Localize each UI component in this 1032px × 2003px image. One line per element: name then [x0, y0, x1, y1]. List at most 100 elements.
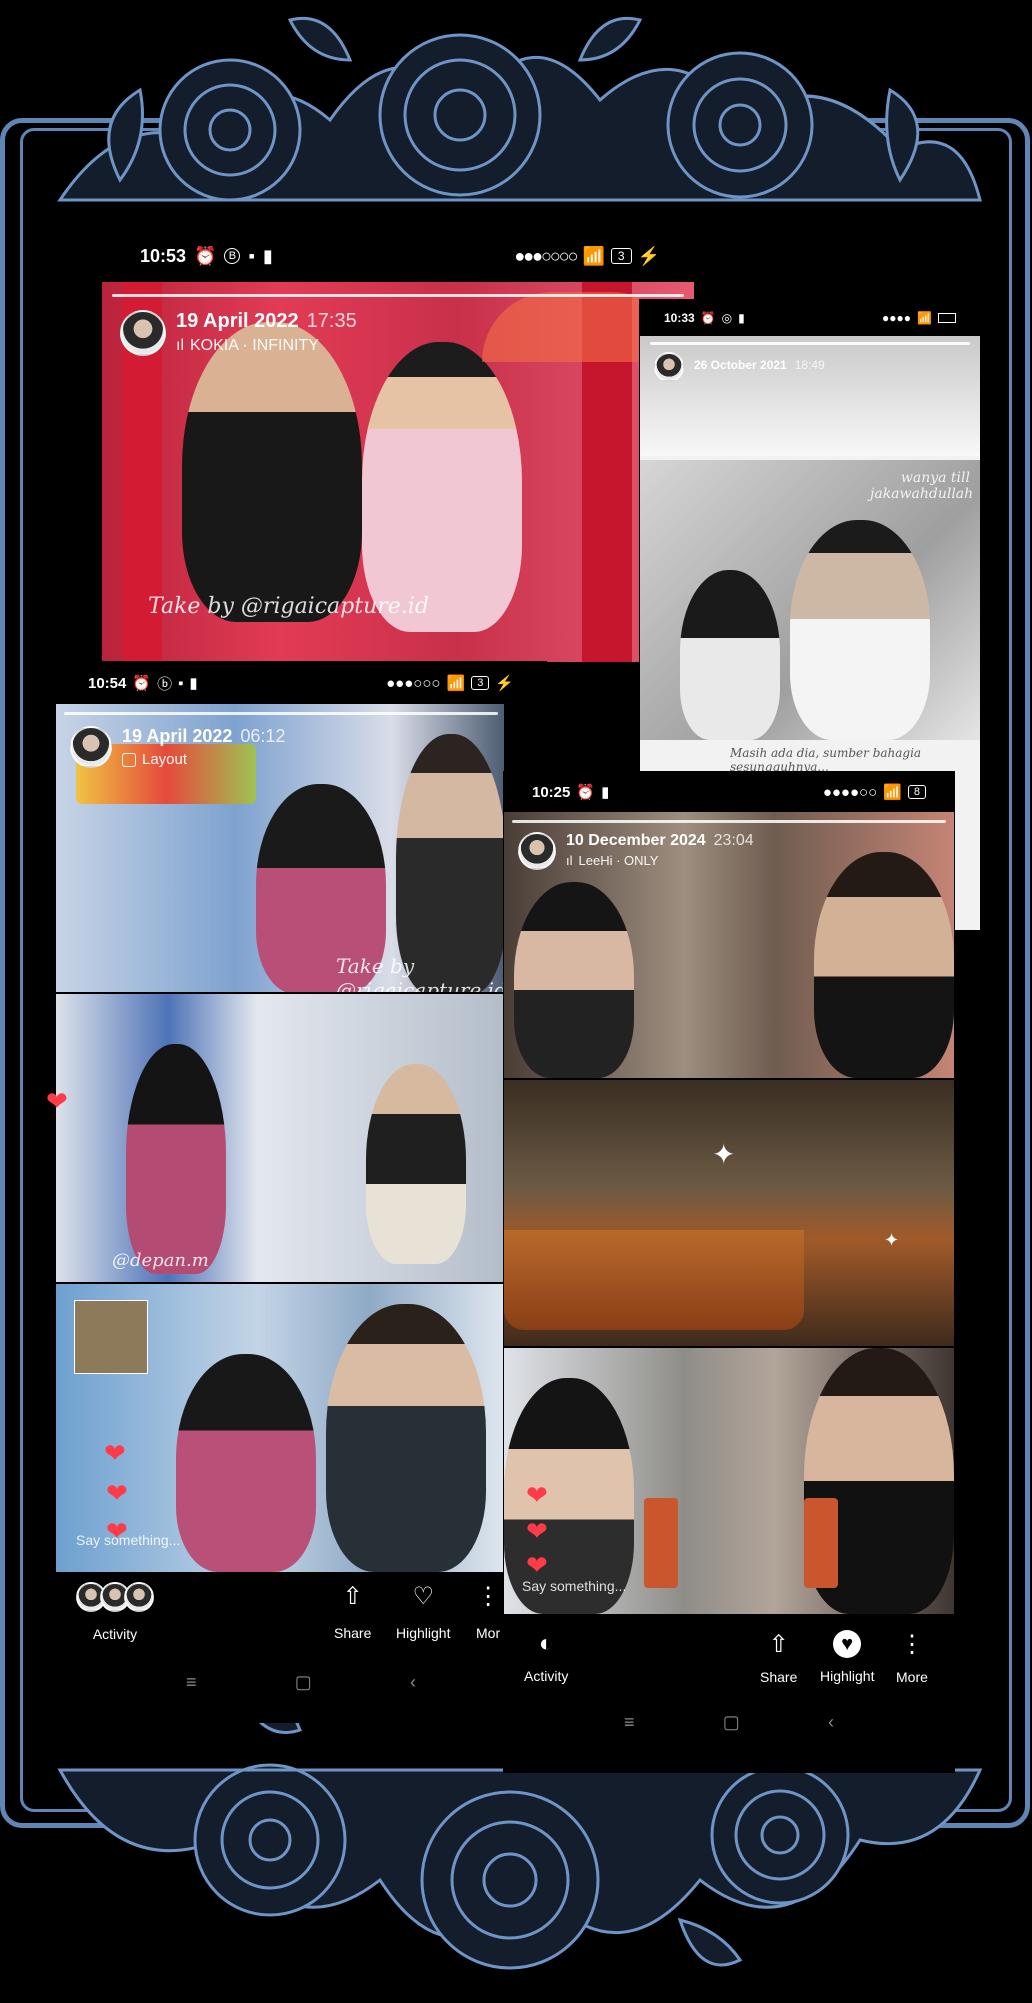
share-button[interactable]: ⇧ Share [334, 1582, 371, 1641]
say-something-input[interactable]: Say something... [522, 1578, 626, 1594]
say-something-input[interactable]: Say something... [76, 1532, 180, 1548]
activity-button[interactable]: ◐ Activity [524, 1630, 568, 1684]
story-date: 10 December 2024 [566, 832, 706, 849]
share-button[interactable]: ⇧ Share [760, 1630, 797, 1685]
activity-label: Activity [92, 1626, 138, 1642]
music-title: LeeHi · ONLY [578, 853, 659, 868]
story3-screenshot[interactable]: 10:54 ⏰ ⓑ ▪ ▮ ●●●○○○ 📶 3 ⚡ Take by @rigaicaptur… [46, 662, 546, 1722]
story3-bottom-bar: Activity ⇧ Share ♡ Highlight ⋮ Mor [56, 1582, 546, 1652]
signal-dots-icon: ●●●○○○○ [514, 245, 578, 266]
alarm-icon: ⏰ [132, 675, 152, 692]
heart-icon[interactable]: ❤ [526, 1518, 548, 1544]
wifi-icon: 📶 [446, 675, 466, 692]
more-label: Mor [476, 1625, 501, 1641]
highlight-button[interactable]: ♡ Highlight [396, 1582, 450, 1641]
person-man [366, 1064, 466, 1264]
drink-glass [644, 1498, 678, 1588]
story4-statusbar: 10:25 ⏰ ▮ ●●●●○○ 📶 8 [504, 772, 954, 812]
share-icon: ⇧ [342, 1583, 363, 1610]
story-progress-bar [650, 342, 970, 345]
music-bars-icon: ıl [566, 853, 573, 868]
collage-photo-3 [504, 1348, 954, 1614]
clipboard-icon: ▮ [262, 245, 273, 266]
music-title: KOKIA · INFINITY [190, 337, 319, 354]
heart-icon[interactable]: ❤ [104, 1440, 126, 1466]
story-header: 10 December 2024 23:04 ıl LeeHi · ONLY [518, 832, 754, 870]
story4-screenshot[interactable]: 10:25 ⏰ ▮ ●●●●○○ 📶 8 10 December 2024 23:04 ı… [504, 772, 954, 1772]
photo-caption: Masih ada dia, sumber bahagia sesungguhn… [730, 746, 922, 774]
bw-photo: wanya till jakawahdullah [640, 460, 980, 740]
person-man [790, 520, 930, 740]
battery-icon: 8 [907, 785, 926, 799]
more-vertical-icon: ⋮ [476, 1583, 501, 1610]
home-icon[interactable]: ▢ [723, 1712, 740, 1733]
heart-icon[interactable]: ❤ [106, 1480, 128, 1506]
story-time: 23:04 [713, 832, 754, 849]
signal-dots-icon: ●●●●○○ [822, 783, 878, 801]
top-floral-decoration [57, 16, 982, 202]
story2-statusbar: 10:33 ⏰ ◎ ▮ ●●●● 📶 [640, 300, 980, 336]
highlight-label: Highlight [396, 1625, 451, 1641]
handwritten-text: wanya till jakawahdullah [870, 470, 974, 502]
heart-icon[interactable]: ❤ [46, 1088, 68, 1114]
avatar[interactable] [70, 726, 112, 768]
story1-photo[interactable]: 19 April 2022 17:35 ıl KOKIA · INFINITY Ta… [102, 282, 694, 662]
signal-dots-icon: ●●●○○○ [386, 674, 441, 692]
photo-watermark: Take by @rigaicapture.id [148, 594, 429, 619]
home-icon[interactable]: ▢ [295, 1672, 312, 1693]
activity-label: Activity [524, 1668, 569, 1684]
highlight-icon: ♥ [833, 1630, 862, 1658]
story-date: 26 October 2021 [694, 358, 787, 372]
person-woman [362, 342, 522, 632]
more-button[interactable]: ⋮ Mor [476, 1582, 500, 1641]
layout-grid-icon [122, 752, 136, 767]
alarm-icon: ⏰ [700, 311, 716, 325]
message-icon: ▪ [178, 674, 184, 692]
activity-button[interactable]: Activity [76, 1582, 154, 1642]
person-man [326, 1304, 486, 1572]
sparkle-icon: ✦ [712, 1139, 736, 1170]
system-navbar: ≡ ▢ ‹ [186, 1672, 416, 1693]
battery-icon: 3 [471, 676, 490, 690]
clipboard-icon: ▮ [601, 784, 610, 801]
person-woman [680, 570, 780, 740]
avatar[interactable] [120, 310, 166, 356]
story-progress-bar [512, 820, 946, 823]
alarm-icon: ⏰ [194, 245, 217, 266]
status-time: 10:54 [88, 674, 127, 692]
story-date: 19 April 2022 [122, 726, 233, 746]
back-icon[interactable]: ‹ [828, 1712, 834, 1733]
status-time: 10:25 [532, 783, 571, 801]
heart-icon[interactable]: ❤ [526, 1552, 548, 1578]
share-label: Share [760, 1669, 798, 1685]
story-progress-bar [64, 712, 498, 715]
more-label: More [896, 1669, 928, 1685]
heart-icon[interactable]: ❤ [106, 1518, 128, 1544]
avatar[interactable] [654, 352, 684, 382]
more-button[interactable]: ⋮ More [896, 1630, 928, 1685]
whatsapp-icon: ◎ [721, 311, 733, 325]
system-navbar: ≡ ▢ ‹ [624, 1712, 834, 1733]
avatar[interactable] [518, 832, 556, 870]
person-man [182, 322, 362, 622]
highlight-button[interactable]: ♥ Highlight [820, 1630, 874, 1684]
video-thumbnail[interactable] [74, 1300, 148, 1374]
person-man [814, 852, 954, 1078]
more-vertical-icon: ⋮ [899, 1631, 924, 1658]
charging-icon: ⚡ [495, 675, 514, 692]
sparkle-icon: ✦ [884, 1230, 900, 1250]
clipboard-icon: ▮ [738, 311, 745, 325]
viewer-avatars [76, 1582, 154, 1612]
recents-icon[interactable]: ≡ [186, 1672, 197, 1693]
photo-watermark: Take by @rigaicapture.id [336, 954, 504, 992]
heart-icon[interactable]: ❤ [526, 1482, 548, 1508]
share-label: Share [334, 1625, 372, 1641]
recents-icon[interactable]: ≡ [624, 1712, 635, 1733]
back-icon[interactable]: ‹ [410, 1672, 416, 1693]
collage-photo-2: @depan.m [56, 994, 504, 1282]
clipboard-icon: ▮ [189, 675, 198, 692]
story-date: 19 April 2022 [176, 310, 299, 332]
person-woman [126, 1044, 226, 1274]
charging-icon: ⚡ [637, 245, 660, 266]
photo-watermark: @depan.m [112, 1250, 209, 1271]
